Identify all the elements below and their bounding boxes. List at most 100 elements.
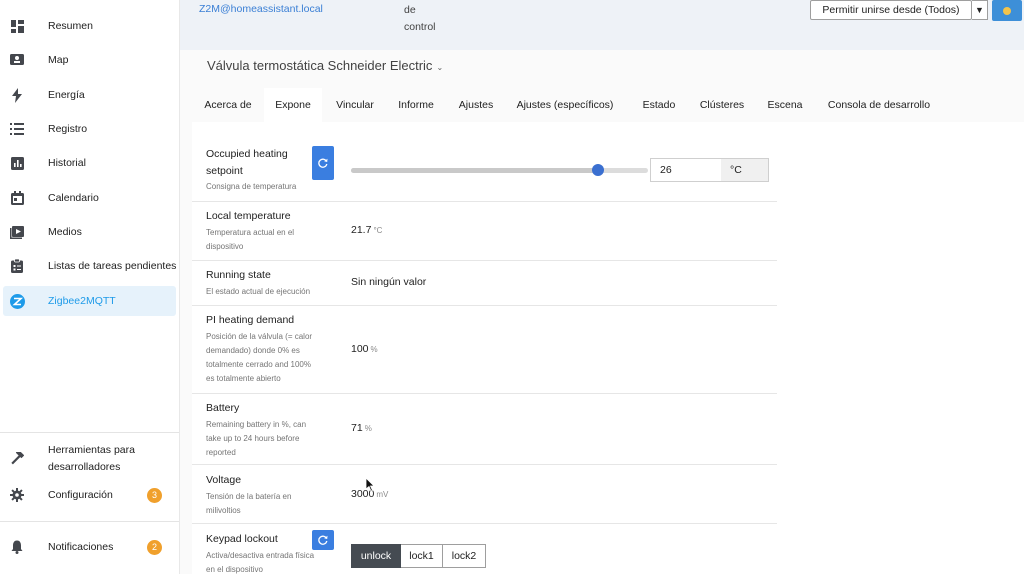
voltage-unit: mV xyxy=(376,490,389,499)
permit-join-select[interactable]: Permitir unirse desde (Todos) xyxy=(810,0,972,20)
sidebar-item-registro[interactable]: Registro xyxy=(0,114,178,144)
sidebar-item-label: Energía xyxy=(48,88,85,101)
setpoint-refresh-button[interactable] xyxy=(312,146,334,180)
chevron-down-icon: ▼ xyxy=(975,5,984,15)
setpoint-title-line1: Occupied heating xyxy=(206,148,288,160)
expose-row-local-temperature: Local temperature Temperatura actual en … xyxy=(192,202,777,261)
sidebar-item-listas[interactable]: Listas de tareas pendientes xyxy=(0,251,178,281)
sidebar-item-resumen[interactable]: Resumen xyxy=(0,11,178,41)
chevron-down-icon: ⌄ xyxy=(436,63,444,72)
pi-demand-number: 100 xyxy=(351,343,369,355)
expose-row-voltage: Voltage Tensión de la batería en milivolt… xyxy=(192,465,777,524)
exposes-panel: Occupied heating setpoint Consigna de tem… xyxy=(192,122,1024,574)
voltage-desc-line1: Tensión de la batería en xyxy=(206,492,292,501)
chart-icon xyxy=(9,155,25,171)
tab-ajustes-especificos[interactable]: Ajustes (específicos) xyxy=(510,88,620,122)
sidebar-label-line1: Herramientas para xyxy=(48,444,135,456)
tab-clusteres[interactable]: Clústeres xyxy=(692,88,752,122)
battery-title: Battery xyxy=(206,402,240,414)
expose-row-pi-heating-demand: PI heating demand Posición de la válvula… xyxy=(192,306,777,394)
voltage-description: Tensión de la batería en milivoltios xyxy=(206,490,331,518)
refresh-icon xyxy=(318,158,328,168)
sidebar-item-label: Resumen xyxy=(48,19,93,32)
calendar-icon xyxy=(9,190,25,206)
permit-join-dropdown-toggle[interactable]: ▼ xyxy=(972,0,988,20)
local-temp-desc-line2: dispositivo xyxy=(206,242,244,251)
keypad-desc-line2: en el dispositivo xyxy=(206,565,263,574)
sidebar-item-label: Herramientas para desarrolladores xyxy=(48,442,135,476)
keypad-lockout-description: Activa/desactiva entrada física en el dis… xyxy=(206,549,341,574)
sidebar-item-label: Listas de tareas pendientes xyxy=(48,259,177,272)
tab-informe[interactable]: Informe xyxy=(388,88,444,122)
zigbee-icon xyxy=(9,293,25,309)
control-text-line1: de xyxy=(404,4,416,16)
voltage-title: Voltage xyxy=(206,474,242,486)
sidebar-item-medios[interactable]: Medios xyxy=(0,217,178,247)
sidebar-item-label: Historial xyxy=(48,156,86,169)
pi-desc-line2: demandado) donde 0% es xyxy=(206,346,300,355)
keypad-option-lock1[interactable]: lock1 xyxy=(401,544,443,568)
battery-unit: % xyxy=(364,424,372,433)
sidebar-item-label: Map xyxy=(48,53,69,66)
top-bar: Z2M@homeassistant.local de control Permit… xyxy=(180,0,1024,50)
battery-value: 71% xyxy=(351,422,372,434)
sidebar-item-energia[interactable]: Energía xyxy=(0,80,178,110)
permit-join-button[interactable] xyxy=(992,0,1022,21)
device-title[interactable]: Válvula termostática Schneider Electric ⌄ xyxy=(207,58,443,73)
tab-acerca-de[interactable]: Acerca de xyxy=(192,88,264,122)
local-temp-desc-line1: Temperatura actual en el xyxy=(206,228,295,237)
expose-row-running-state: Running state El estado actual de ejecuc… xyxy=(192,261,777,306)
keypad-option-unlock[interactable]: unlock xyxy=(351,544,401,568)
battery-number: 71 xyxy=(351,422,363,434)
pi-demand-description: Posición de la válvula (= calor demandado… xyxy=(206,330,331,386)
sidebar-item-herramientas[interactable]: Herramientas para desarrolladores xyxy=(0,441,178,477)
setpoint-unit: °C xyxy=(721,158,769,182)
sidebar-item-historial[interactable]: Historial xyxy=(0,148,178,178)
tab-consola-desarrollo[interactable]: Consola de desarrollo xyxy=(820,88,938,122)
setpoint-input[interactable] xyxy=(650,158,722,182)
pi-demand-title: PI heating demand xyxy=(206,314,295,326)
dashboard-icon xyxy=(9,18,25,34)
keypad-refresh-button[interactable] xyxy=(312,530,334,550)
pi-desc-line3: totalmente cerrado and 100% xyxy=(206,360,311,369)
z2m-instance-link[interactable]: Z2M@homeassistant.local xyxy=(199,3,323,15)
sidebar-label-line2: desarrolladores xyxy=(48,461,121,473)
sidebar-item-map[interactable]: Map xyxy=(0,45,178,75)
tab-estado[interactable]: Estado xyxy=(630,88,688,122)
sidebar-item-label: Notificaciones xyxy=(48,540,114,553)
tab-vincular[interactable]: Vincular xyxy=(326,88,384,122)
tab-expone[interactable]: Expone xyxy=(264,88,322,122)
tab-ajustes[interactable]: Ajustes xyxy=(448,88,504,122)
battery-desc-line3: reported xyxy=(206,448,236,457)
refresh-icon xyxy=(318,535,328,545)
device-tabs: Acerca de Expone Vincular Informe Ajuste… xyxy=(192,88,1024,122)
sidebar-item-label: Calendario xyxy=(48,191,99,204)
keypad-option-lock2[interactable]: lock2 xyxy=(443,544,486,568)
sidebar-item-label: Medios xyxy=(48,225,82,238)
tab-escena[interactable]: Escena xyxy=(758,88,812,122)
sidebar: Resumen Map Energía Registro Historial C… xyxy=(0,0,180,574)
pi-desc-line4: es totalmente abierto xyxy=(206,374,281,383)
gear-icon xyxy=(9,487,25,503)
pi-demand-value: 100% xyxy=(351,343,378,355)
keypad-desc-line1: Activa/desactiva entrada física xyxy=(206,551,315,560)
sidebar-item-calendario[interactable]: Calendario xyxy=(0,183,178,213)
map-icon xyxy=(9,52,25,68)
setpoint-slider-thumb[interactable] xyxy=(591,164,604,176)
sidebar-item-zigbee2mqtt[interactable]: Zigbee2MQTT xyxy=(3,286,176,316)
local-temp-number: 21.7 xyxy=(351,224,372,236)
list-icon xyxy=(9,121,25,137)
bell-icon xyxy=(9,539,25,555)
sidebar-item-notificaciones[interactable]: Notificaciones 2 xyxy=(0,532,178,562)
setpoint-title-line2: setpoint xyxy=(206,165,243,177)
sidebar-divider xyxy=(0,432,179,433)
local-temp-value: 21.7 °C xyxy=(351,224,382,236)
device-title-text: Válvula termostática Schneider Electric xyxy=(207,58,433,73)
sidebar-item-label: Configuración xyxy=(48,488,113,501)
hammer-icon xyxy=(9,451,25,467)
pi-desc-line1: Posición de la válvula (= calor xyxy=(206,332,313,341)
sidebar-item-configuracion[interactable]: Configuración 3 xyxy=(0,480,178,510)
battery-desc-line2: take up to 24 hours before xyxy=(206,434,300,443)
running-state-description: El estado actual de ejecución xyxy=(206,287,311,296)
emoji-icon xyxy=(1003,6,1011,15)
